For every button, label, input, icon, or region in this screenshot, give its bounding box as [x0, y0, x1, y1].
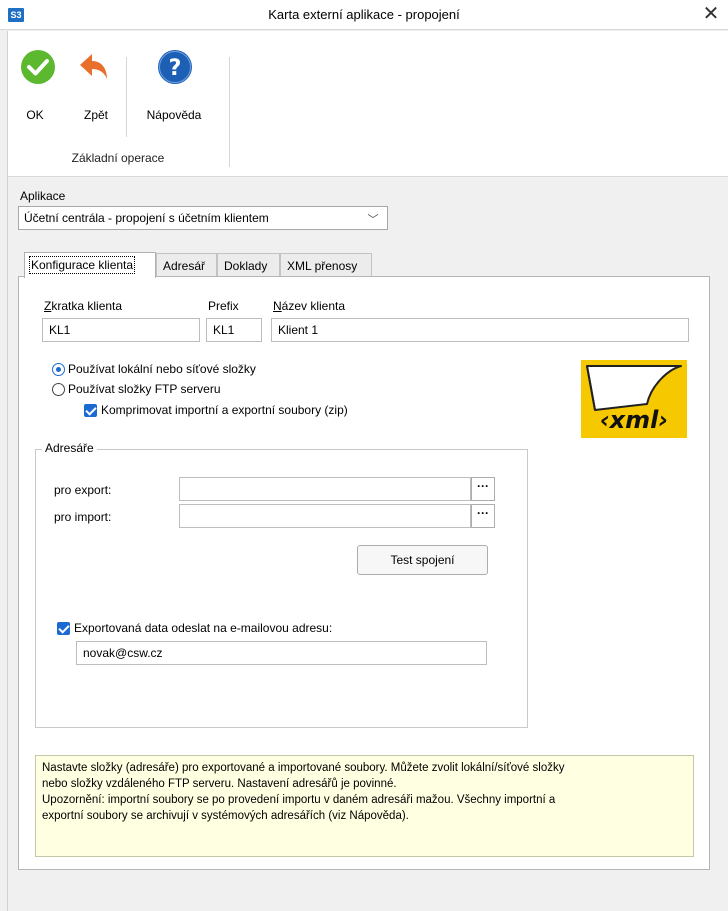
tab-label: Adresář: [163, 259, 206, 273]
client-name-field[interactable]: Klient 1: [271, 318, 689, 342]
directories-title: Adresáře: [42, 441, 97, 455]
test-connection-button[interactable]: Test spojení: [357, 545, 488, 575]
ribbon-toolbar: OK Zpět ? Nápověda Základní operace: [8, 31, 728, 177]
app-select-value: Účetní centrála - propojení s účetním kl…: [24, 211, 269, 225]
radio-selected: [52, 363, 65, 376]
email-checkbox[interactable]: Exportovaná data odeslat na e-mailovou a…: [57, 621, 407, 637]
ok-label: OK: [26, 108, 44, 122]
import-path-field[interactable]: [179, 504, 471, 528]
app-select[interactable]: Účetní centrála - propojení s účetním kl…: [18, 206, 388, 230]
svg-text:?: ?: [169, 56, 182, 81]
ftp-folders-radio[interactable]: Používat složky FTP serveru: [52, 382, 272, 398]
ribbon-group-label: Základní operace: [71, 151, 165, 165]
local-folders-label: Používat lokální nebo síťové složky: [68, 362, 256, 376]
zip-checkbox[interactable]: Komprimovat importní a exportní soubory …: [84, 403, 394, 419]
window-title: Karta externí aplikace - propojení: [268, 7, 460, 22]
xml-logo-icon: ‹xml›: [581, 360, 687, 438]
title-bar: S3 Karta externí aplikace - propojení ✕: [0, 0, 728, 30]
export-browse-button[interactable]: ···: [471, 477, 495, 501]
prefix-label: Prefix: [208, 299, 239, 313]
window-left-edge: [0, 31, 8, 911]
export-path-field[interactable]: [179, 477, 471, 501]
info-line: Upozornění: importní soubory se po prove…: [42, 794, 556, 806]
help-button[interactable]: ? Nápověda: [136, 31, 212, 131]
checkbox-checked: [84, 404, 97, 417]
info-line: Nastavte složky (adresáře) pro exportova…: [42, 762, 565, 774]
local-folders-radio[interactable]: Používat lokální nebo síťové složky: [52, 362, 292, 378]
import-label: pro import:: [54, 510, 112, 524]
client-shortcut-label: Zkratka klienta: [44, 299, 123, 313]
export-label: pro export:: [54, 483, 112, 497]
prefix-field[interactable]: KL1: [206, 318, 262, 342]
question-icon: ?: [158, 50, 192, 84]
ribbon-separator: [126, 57, 127, 137]
check-circle-icon: [21, 50, 55, 84]
back-button[interactable]: Zpět: [68, 31, 126, 131]
info-box: Nastavte složky (adresáře) pro exportova…: [35, 755, 694, 857]
ok-button[interactable]: OK: [8, 31, 62, 131]
tab-label: XML přenosy: [287, 259, 358, 273]
zip-checkbox-label: Komprimovat importní a exportní soubory …: [101, 403, 348, 417]
chevron-down-icon: ﹀: [367, 214, 379, 226]
app-select-label: Aplikace: [20, 189, 66, 203]
client-shortcut-field[interactable]: KL1: [42, 318, 200, 342]
info-line: nebo složky vzdáleného FTP serveru. Nast…: [42, 778, 397, 790]
tab-konfigurace-klienta[interactable]: Konfigurace klienta: [24, 252, 156, 278]
tab-label: Doklady: [224, 259, 268, 273]
ribbon-group-separator: [229, 57, 230, 167]
ftp-folders-label: Používat složky FTP serveru: [68, 382, 221, 396]
back-label: Zpět: [83, 108, 108, 122]
tab-doklady[interactable]: Doklady: [217, 253, 280, 277]
close-icon[interactable]: ✕: [696, 3, 726, 27]
client-name-label: Název klienta: [273, 299, 346, 313]
tab-label: Konfigurace klienta: [28, 256, 136, 274]
help-label: Nápověda: [146, 108, 202, 122]
xml-logo-text: ‹xml›: [600, 406, 669, 434]
checkbox-checked: [57, 622, 70, 635]
radio-unselected: [52, 383, 65, 396]
email-field[interactable]: novak@csw.cz: [76, 641, 487, 665]
tab-adresar[interactable]: Adresář: [156, 253, 217, 277]
import-browse-button[interactable]: ···: [471, 504, 495, 528]
back-arrow-icon: [80, 54, 107, 79]
info-line: exportní soubory se archivují v systémov…: [42, 810, 409, 822]
email-checkbox-label: Exportovaná data odeslat na e-mailovou a…: [74, 621, 333, 635]
tab-xml-prenosy[interactable]: XML přenosy: [280, 253, 372, 277]
